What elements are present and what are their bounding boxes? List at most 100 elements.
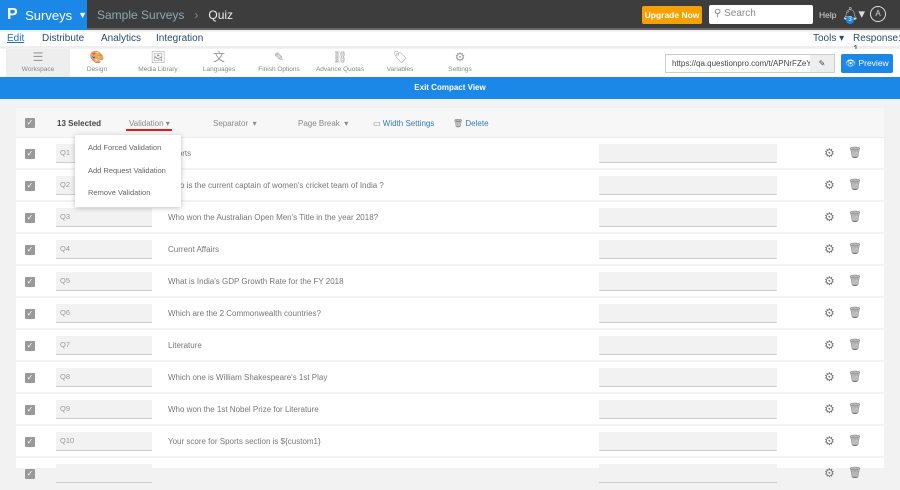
question-number-field[interactable]: Q8 [56,368,152,387]
trash-icon[interactable]: 🗑︎ [848,146,862,159]
row-checkbox[interactable]: ✓ [25,405,35,415]
help-link[interactable]: Help [819,10,836,20]
tool-finish-options[interactable]: ✎ Finish Options [247,49,311,77]
menu-add-request-validation[interactable]: Add Request Validation [88,166,166,175]
trash-icon[interactable]: 🗑︎ [848,402,862,415]
tool-design[interactable]: 🎨 Design [65,49,129,77]
question-text[interactable]: Literature [168,341,202,350]
answer-field[interactable] [599,464,777,483]
gear-icon[interactable]: ⚙ [824,210,835,224]
question-row: ✓ Q8 Which one is William Shakespeare's … [16,362,884,394]
gear-icon[interactable]: ⚙ [824,274,835,288]
nav-distribute[interactable]: Distribute [42,33,84,44]
gear-icon[interactable]: ⚙ [824,402,835,416]
row-checkbox[interactable]: ✓ [25,469,35,479]
answer-field[interactable] [599,304,777,323]
question-number-field[interactable]: Q9 [56,400,152,419]
row-checkbox[interactable]: ✓ [25,277,35,287]
row-checkbox[interactable]: ✓ [25,341,35,351]
answer-field[interactable] [599,208,777,227]
nav-integration[interactable]: Integration [156,33,203,44]
survey-url-field[interactable]: https://qa.questionpro.com/t/APNrFZeY ✎ [665,54,835,73]
tools-menu[interactable]: Tools ▾ [813,33,844,44]
width-settings-button[interactable]: ▭ Width Settings [373,119,434,128]
tool-workspace[interactable]: ☰ Workspace [6,49,70,77]
question-text[interactable]: Who won the Australian Open Men's Title … [168,213,378,222]
trash-icon[interactable]: 🗑︎ [848,306,862,319]
tool-languages[interactable]: 文 Languages [187,49,251,77]
gear-icon[interactable]: ⚙ [824,146,835,160]
gear-icon[interactable]: ⚙ [824,434,835,448]
separator-dropdown[interactable]: Separator ▾ [213,119,257,128]
row-checkbox[interactable]: ✓ [25,181,35,191]
exit-compact-view-button[interactable]: Exit Compact View [0,77,900,99]
question-number-field[interactable] [56,464,152,483]
answer-field[interactable] [599,240,777,259]
surveys-menu[interactable]: P Surveys ▼ [0,0,87,30]
trash-icon[interactable]: 🗑︎ [848,274,862,287]
question-text[interactable]: What is India's GDP Growth Rate for the … [168,277,344,286]
gear-icon[interactable]: ⚙ [824,178,835,192]
question-number: Q6 [60,308,71,317]
upgrade-button[interactable]: Upgrade Now [642,6,702,24]
answer-field[interactable] [599,336,777,355]
trash-icon[interactable]: 🗑︎ [848,210,862,223]
answer-field[interactable] [599,432,777,451]
search-input[interactable]: ⚲ Search [709,5,813,24]
avatar[interactable]: A [870,6,886,22]
row-checkbox[interactable]: ✓ [25,213,35,223]
row-checkbox[interactable]: ✓ [25,245,35,255]
row-checkbox[interactable]: ✓ [25,373,35,383]
caret-down-icon: ▾ [344,119,349,128]
tool-variables[interactable]: 🏷 Variables [368,49,432,77]
tool-settings[interactable]: ⚙ Settings [428,49,492,77]
question-number-field[interactable]: Q6 [56,304,152,323]
gear-icon[interactable]: ⚙ [824,466,835,480]
question-text[interactable]: Current Affairs [168,245,219,254]
page-break-dropdown[interactable]: Page Break ▾ [298,119,348,128]
delete-button[interactable]: 🗑︎ Delete [453,119,489,128]
trash-icon[interactable]: 🗑︎ [848,178,862,191]
tool-advance-quotas[interactable]: ⛓ Advance Quotas [308,49,372,77]
question-text[interactable]: Who won the 1st Nobel Prize for Literatu… [168,405,319,414]
menu-add-forced-validation[interactable]: Add Forced Validation [88,143,161,152]
question-number-field[interactable]: Q3 [56,208,152,227]
answer-field[interactable] [599,144,777,163]
question-number-field[interactable]: Q5 [56,272,152,291]
nav-analytics[interactable]: Analytics [101,33,141,44]
question-text[interactable]: Who is the current captain of women's cr… [168,181,384,190]
trash-icon[interactable]: 🗑︎ [848,466,862,479]
tool-media-library[interactable]: 🖼 Media Library [126,49,190,77]
row-checkbox[interactable]: ✓ [25,309,35,319]
trash-icon[interactable]: 🗑︎ [848,434,862,447]
gear-icon[interactable]: ⚙ [824,338,835,352]
question-number-field[interactable]: Q4 [56,240,152,259]
row-checkbox[interactable]: ✓ [25,437,35,447]
question-number-field[interactable]: Q10 [56,432,152,451]
question-number-field[interactable]: Q7 [56,336,152,355]
trash-icon[interactable]: 🗑︎ [848,338,862,351]
trash-icon[interactable]: 🗑︎ [848,370,862,383]
translate-icon: 文 [212,50,225,64]
question-row: ✓ Q9 Who won the 1st Nobel Prize for Lit… [16,394,884,426]
question-text[interactable]: Your score for Sports section is ${custo… [168,437,321,446]
pencil-icon[interactable]: ✎ [810,55,834,72]
question-text[interactable]: Which are the 2 Commonwealth countries? [168,309,321,318]
answer-field[interactable] [599,368,777,387]
answer-field[interactable] [599,272,777,291]
palette-icon: 🎨 [89,50,105,64]
preview-button[interactable]: 👁 Preview [841,54,893,73]
answer-field[interactable] [599,176,777,195]
answer-field[interactable] [599,400,777,419]
breadcrumb-sample-surveys[interactable]: Sample Surveys [97,8,184,22]
row-checkbox[interactable]: ✓ [25,149,35,159]
gear-icon[interactable]: ⚙ [824,242,835,256]
gear-icon[interactable]: ⚙ [824,370,835,384]
validation-dropdown[interactable]: Validation ▾ [129,119,170,128]
nav-edit[interactable]: Edit [7,33,24,44]
question-text[interactable]: Which one is William Shakespeare's 1st P… [168,373,327,382]
menu-remove-validation[interactable]: Remove Validation [88,188,150,197]
trash-icon[interactable]: 🗑︎ [848,242,862,255]
select-all-checkbox[interactable]: ✓ [25,118,35,128]
gear-icon[interactable]: ⚙ [824,306,835,320]
